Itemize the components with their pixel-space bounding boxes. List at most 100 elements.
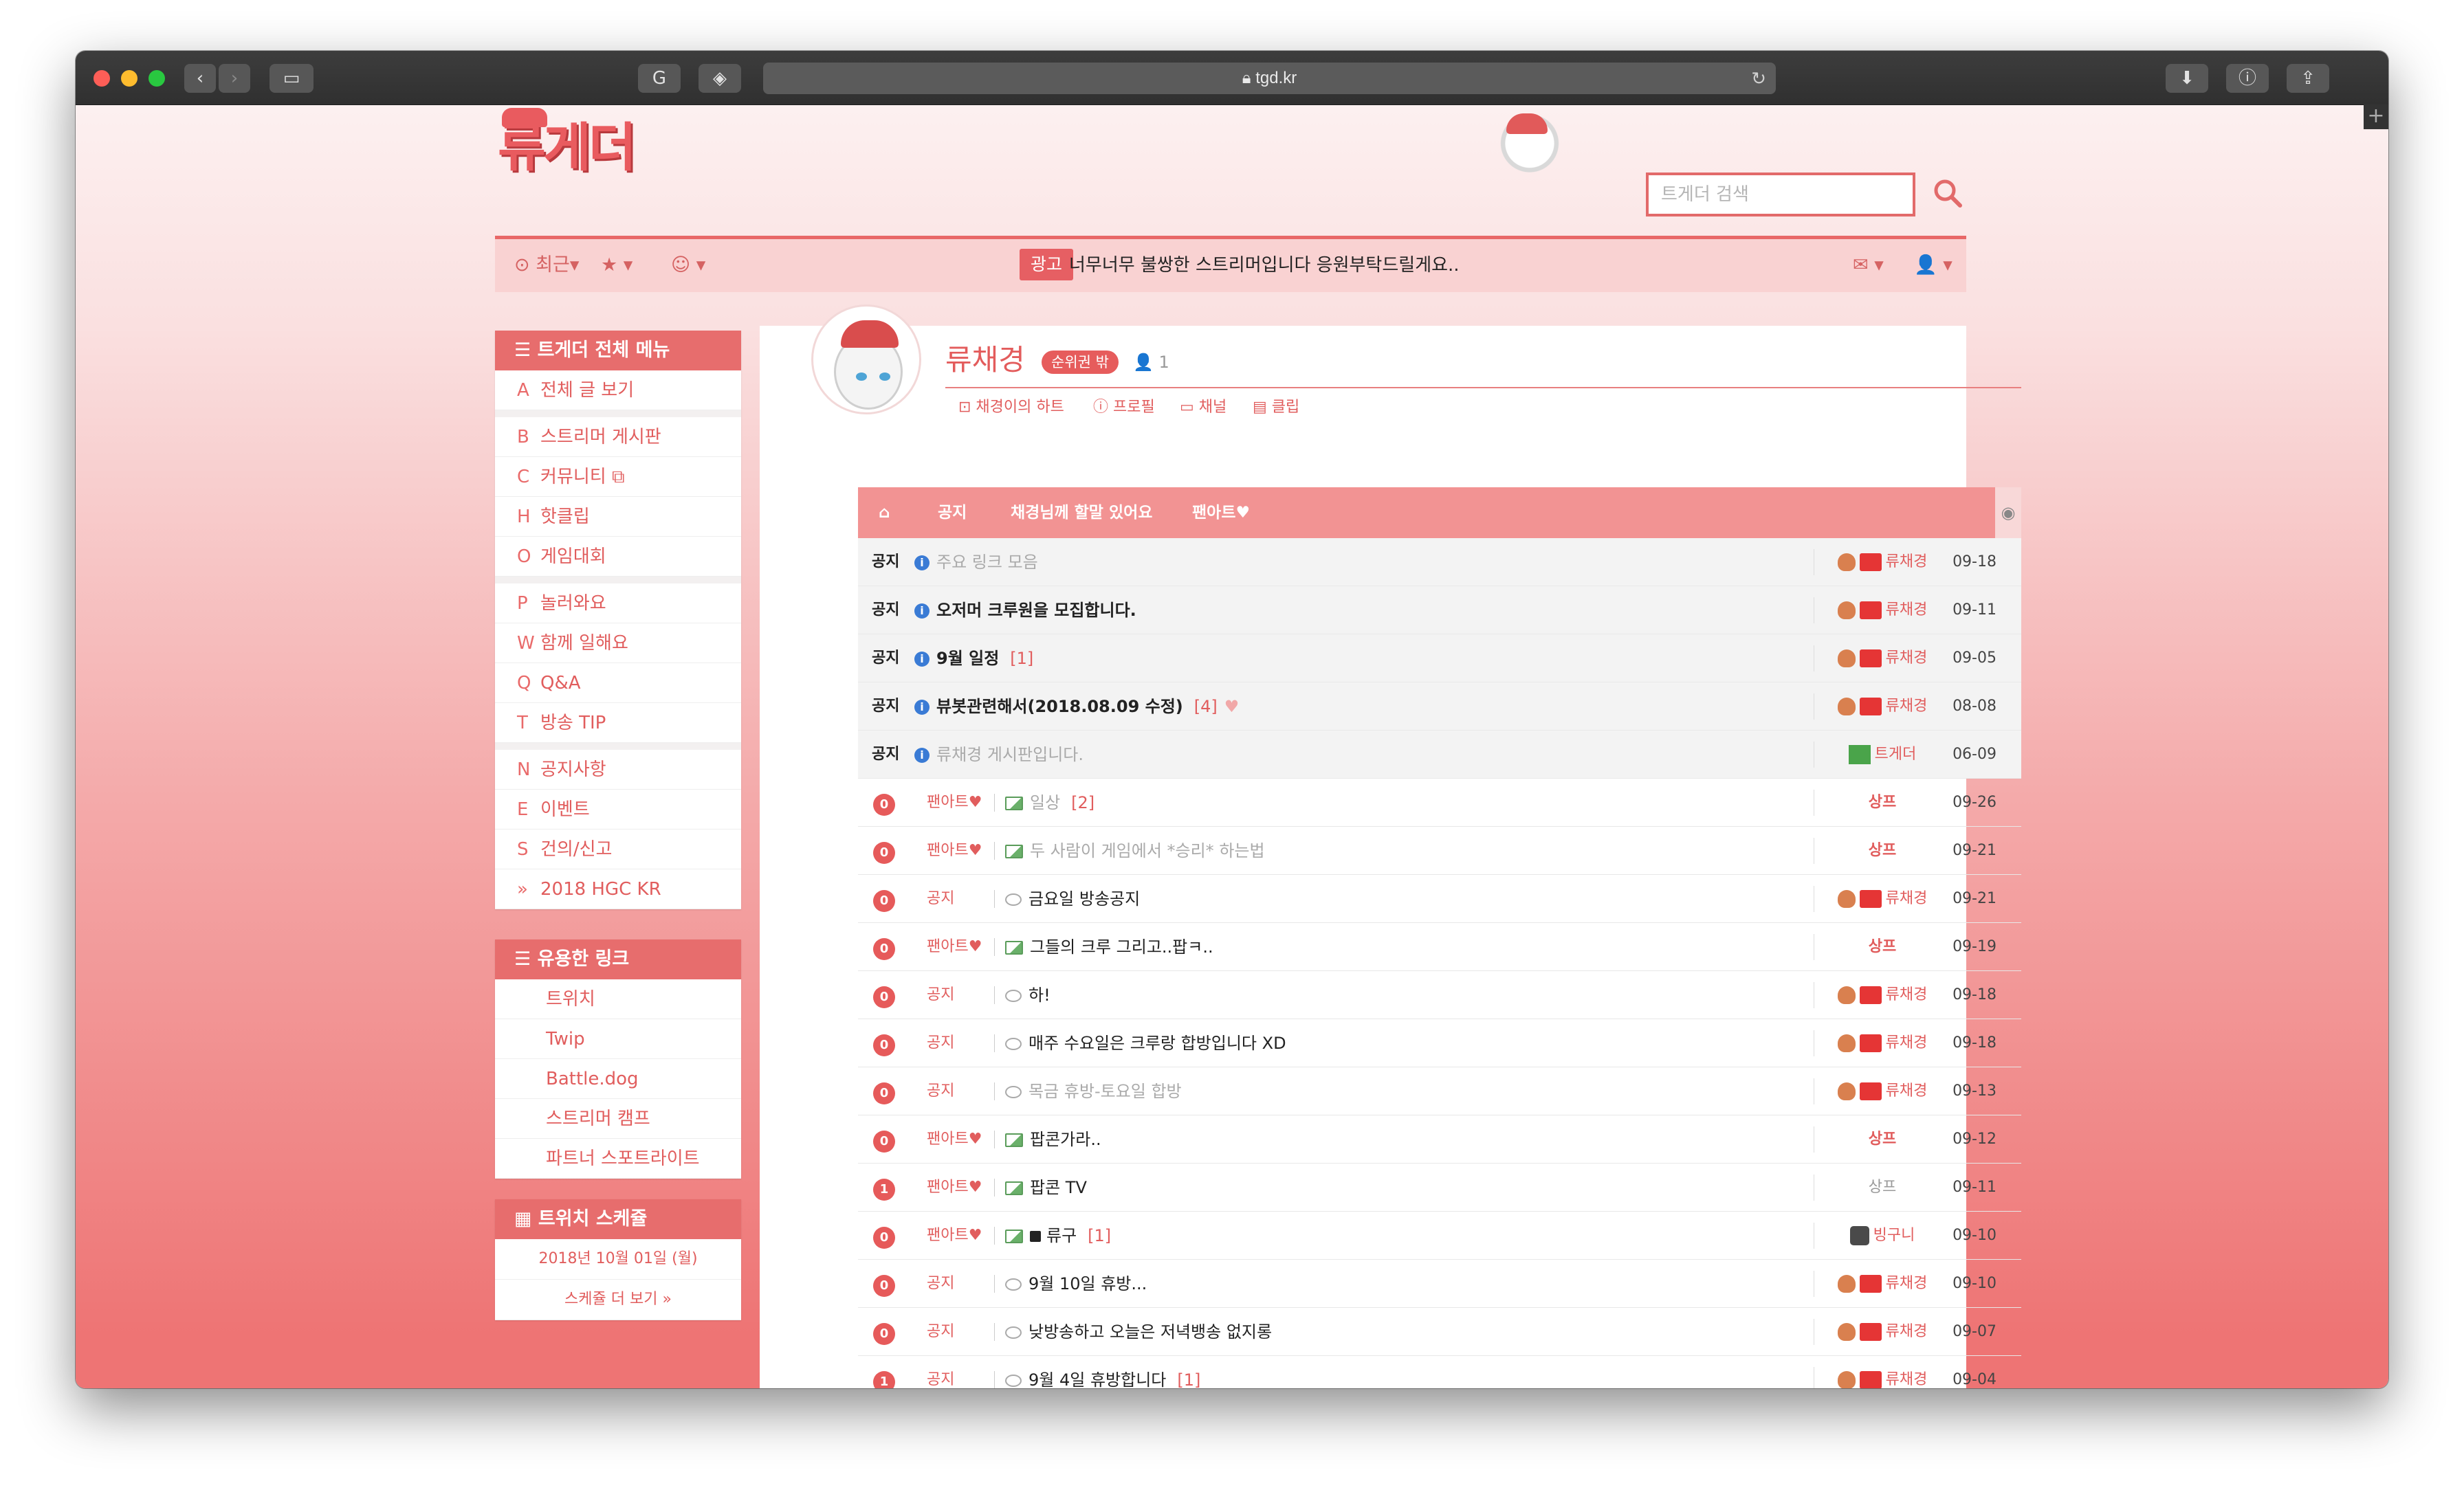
useful-link-item[interactable]: 스트리머 캠프 bbox=[495, 1099, 741, 1139]
post-title[interactable]: 팝콘가라.. bbox=[1005, 1115, 1101, 1164]
board-link-profile[interactable]: ⓘ 프로필 bbox=[1093, 394, 1155, 421]
post-category[interactable]: 팬아트♥ bbox=[927, 827, 982, 875]
post-category[interactable]: 팬아트♥ bbox=[927, 923, 982, 971]
tab-message[interactable]: 채경님께 할말 있어요 bbox=[1011, 487, 1152, 538]
post-category[interactable]: 팬아트♥ bbox=[927, 779, 982, 827]
post-category[interactable]: 공지 bbox=[927, 1356, 954, 1388]
post-row[interactable]: 0 공지 매주 수요일은 크루랑 합방입니다 XD 류채경 09-18 bbox=[858, 1019, 2021, 1067]
streamer-avatar[interactable] bbox=[811, 304, 921, 414]
post-title[interactable]: 목금 휴방-토요일 합방 bbox=[1005, 1067, 1182, 1115]
post-row[interactable]: 0 공지 9월 10일 휴방... 류채경 09-10 bbox=[858, 1260, 2021, 1308]
emoji-menu[interactable]: ☺ ▾ bbox=[671, 239, 705, 291]
post-author[interactable]: 류채경 bbox=[1807, 538, 1958, 586]
useful-link-item[interactable]: 트위치 bbox=[495, 979, 741, 1019]
recent-menu[interactable]: ⊙ 최근▾ bbox=[514, 239, 579, 291]
info-icon[interactable]: ⓘ bbox=[2226, 64, 2269, 93]
sidebar-menu-item[interactable]: B 스트리머 게시판 bbox=[495, 417, 741, 457]
post-title[interactable]: 두 사람이 게임에서 *승리* 하는법 bbox=[1005, 827, 1265, 875]
sidebar-menu-item[interactable]: C 커뮤니티 ⧉ bbox=[495, 457, 741, 497]
sidebar-menu-item[interactable]: » 2018 HGC KR bbox=[495, 869, 741, 909]
useful-link-item[interactable]: Battle.dog bbox=[495, 1059, 741, 1099]
notice-row[interactable]: 공지 i 뷰봇관련해서(2018.08.09 수정) [4] ♥ 류채경 08-08 bbox=[858, 682, 2021, 731]
sidebar-menu-item[interactable]: N 공지사항 bbox=[495, 750, 741, 790]
ublock-extension-icon[interactable]: ◈ bbox=[698, 64, 741, 93]
tab-home-icon[interactable]: ⌂ bbox=[879, 487, 890, 538]
post-row[interactable]: 0 공지 금요일 방송공지 류채경 09-21 bbox=[858, 875, 2021, 923]
useful-link-item[interactable]: 파트너 스포트라이트 bbox=[495, 1139, 741, 1179]
address-bar[interactable]: 🔒︎ tgd.kr ↻ bbox=[763, 63, 1776, 94]
ad-text[interactable]: 너무너무 불쌍한 스트리머입니다 응원부탁드릴게요.. bbox=[1069, 239, 1460, 291]
post-author[interactable]: 상프 bbox=[1807, 827, 1958, 875]
post-author[interactable]: 류채경 bbox=[1807, 1308, 1958, 1356]
search-icon[interactable] bbox=[1932, 177, 1964, 209]
notice-row[interactable]: 공지 i 오저머 크루원을 모집합니다. 류채경 09-11 bbox=[858, 586, 2021, 634]
post-author[interactable]: 류채경 bbox=[1807, 1067, 1958, 1115]
mail-menu[interactable]: ✉ ▾ bbox=[1853, 239, 1884, 291]
post-row[interactable]: 0 공지 낮방송하고 오늘은 저녁뱅송 없지롱 류채경 09-07 bbox=[858, 1308, 2021, 1356]
board-link-clips[interactable]: ▤ 클립 bbox=[1253, 394, 1299, 421]
notice-row[interactable]: 공지 i 9월 일정 [1] 류채경 09-05 bbox=[858, 634, 2021, 682]
sidebar-menu-item[interactable]: T 방송 TIP bbox=[495, 703, 741, 743]
zoom-window-button[interactable] bbox=[148, 70, 165, 87]
post-category[interactable]: 공지 bbox=[927, 971, 954, 1019]
downloads-icon[interactable]: ⬇ bbox=[2166, 64, 2208, 93]
post-title[interactable]: i 9월 일정 [1] bbox=[914, 634, 1033, 682]
post-author[interactable]: 류채경 bbox=[1807, 971, 1958, 1019]
post-title[interactable]: 그들의 크루 그리고..팝ㅋ.. bbox=[1005, 923, 1213, 971]
eye-icon[interactable]: ◉ bbox=[1995, 487, 2021, 538]
post-title[interactable]: i 뷰봇관련해서(2018.08.09 수정) [4] ♥ bbox=[914, 682, 1239, 731]
grammarly-extension-icon[interactable]: G bbox=[638, 64, 681, 93]
post-row[interactable]: 0 팬아트♥ 그들의 크루 그리고..팝ㅋ.. 상프 09-19 bbox=[858, 923, 2021, 971]
post-title[interactable]: i 오저머 크루원을 모집합니다. bbox=[914, 586, 1136, 634]
post-author[interactable]: 류채경 bbox=[1807, 875, 1958, 923]
useful-link-item[interactable]: Twip bbox=[495, 1019, 741, 1059]
post-category[interactable]: 팬아트♥ bbox=[927, 1164, 982, 1212]
post-author[interactable]: 빙구니 bbox=[1807, 1212, 1958, 1260]
post-title[interactable]: 낮방송하고 오늘은 저녁뱅송 없지롱 bbox=[1005, 1308, 1272, 1356]
close-window-button[interactable] bbox=[94, 70, 110, 87]
post-title[interactable]: 류구 [1] bbox=[1005, 1212, 1111, 1260]
post-row[interactable]: 0 팬아트♥ 두 사람이 게임에서 *승리* 하는법 상프 09-21 bbox=[858, 827, 2021, 875]
post-author[interactable]: 류채경 bbox=[1807, 1019, 1958, 1067]
post-author[interactable]: 류채경 bbox=[1807, 1356, 1958, 1388]
sidebar-toggle-icon[interactable]: ▭ bbox=[270, 64, 314, 93]
user-menu[interactable]: 👤 ▾ bbox=[1914, 239, 1952, 291]
sidebar-menu-item[interactable]: O 게임대회 bbox=[495, 537, 741, 577]
favorites-menu[interactable]: ★ ▾ bbox=[601, 239, 632, 291]
share-icon[interactable]: ⇪ bbox=[2287, 64, 2329, 93]
board-link-heart[interactable]: ⊡ 채경이의 하트 bbox=[958, 394, 1064, 421]
sidebar-menu-item[interactable]: E 이벤트 bbox=[495, 790, 741, 830]
post-title[interactable]: i 류채경 게시판입니다. bbox=[914, 731, 1084, 779]
schedule-date[interactable]: 2018년 10월 01일 (월) bbox=[495, 1239, 741, 1280]
post-title[interactable]: 금요일 방송공지 bbox=[1005, 875, 1140, 923]
sidebar-menu-item[interactable]: W 함께 일해요 bbox=[495, 623, 741, 663]
post-category[interactable]: 팬아트♥ bbox=[927, 1115, 982, 1164]
post-category[interactable]: 공지 bbox=[927, 1260, 954, 1308]
sidebar-menu-item[interactable]: P 놀러와요 bbox=[495, 583, 741, 623]
reload-icon[interactable]: ↻ bbox=[1751, 63, 1766, 94]
post-row[interactable]: 0 팬아트♥ 팝콘가라.. 상프 09-12 bbox=[858, 1115, 2021, 1164]
post-category[interactable]: 공지 bbox=[927, 1308, 954, 1356]
post-category[interactable]: 팬아트♥ bbox=[927, 1212, 982, 1260]
post-category[interactable]: 공지 bbox=[927, 1067, 954, 1115]
site-logo[interactable]: 류게더 bbox=[498, 108, 663, 182]
notice-row[interactable]: 공지 i 주요 링크 모음 류채경 09-18 bbox=[858, 538, 2021, 586]
minimize-window-button[interactable] bbox=[121, 70, 138, 87]
sidebar-menu-item[interactable]: Q Q&A bbox=[495, 663, 741, 703]
post-title[interactable]: 9월 4일 휴방합니다 [1] bbox=[1005, 1356, 1200, 1388]
post-author[interactable]: 상프 bbox=[1807, 779, 1958, 827]
schedule-more-link[interactable]: 스케쥴 더 보기 » bbox=[495, 1280, 741, 1320]
post-row[interactable]: 1 팬아트♥ 팝콘 TV 상프 09-11 bbox=[858, 1164, 2021, 1212]
sidebar-menu-item[interactable]: S 건의/신고 bbox=[495, 830, 741, 869]
board-link-channel[interactable]: ▭ 채널 bbox=[1180, 394, 1226, 421]
tab-fanart[interactable]: 팬아트♥ bbox=[1192, 487, 1250, 538]
post-title[interactable]: 매주 수요일은 크루랑 합방입니다 XD bbox=[1005, 1019, 1286, 1067]
post-author[interactable]: 류채경 bbox=[1807, 634, 1958, 682]
tab-notice[interactable]: 공지 bbox=[938, 487, 967, 538]
notice-row[interactable]: 공지 i 류채경 게시판입니다. 트게더 06-09 bbox=[858, 731, 2021, 779]
forward-button[interactable]: › bbox=[219, 64, 250, 93]
post-author[interactable]: 류채경 bbox=[1807, 682, 1958, 731]
post-author[interactable]: 상프 bbox=[1807, 923, 1958, 971]
post-row[interactable]: 0 공지 하! 류채경 09-18 bbox=[858, 971, 2021, 1019]
post-title[interactable]: 하! bbox=[1005, 971, 1050, 1019]
